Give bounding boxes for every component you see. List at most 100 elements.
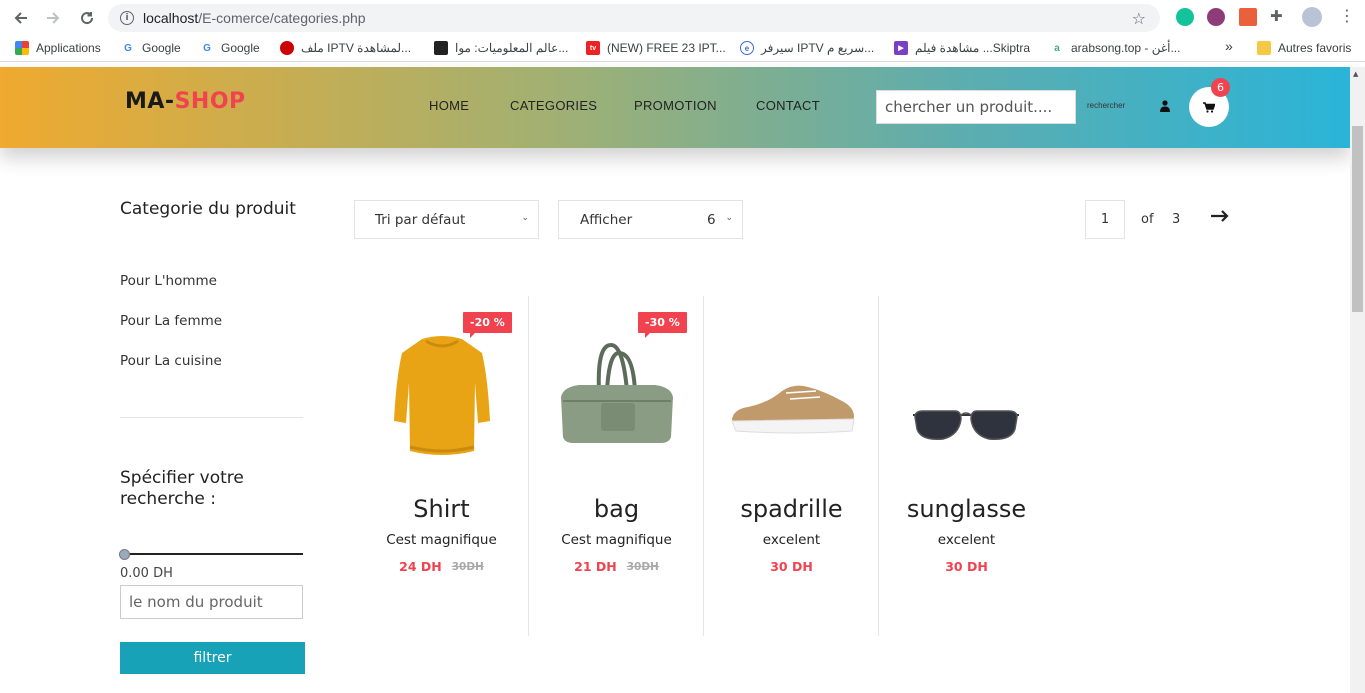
google-icon: G <box>124 42 132 54</box>
extensions-puzzle-icon[interactable]: ✚ <box>1270 7 1288 25</box>
user-icon[interactable] <box>1160 100 1170 112</box>
discount-badge: -30 % <box>638 312 687 338</box>
forward-icon[interactable] <box>43 8 63 28</box>
url-path: /E-comerce/categories.php <box>198 10 366 26</box>
product-image-sunglasses[interactable] <box>899 331 1034 461</box>
product-name-input[interactable] <box>120 585 303 619</box>
site-logo[interactable]: MA-SHOP <box>125 89 246 114</box>
sort-select[interactable]: Tri par défaut ⌄ <box>354 200 539 239</box>
scrollbar-thumb[interactable] <box>1352 126 1363 312</box>
product-price: 30 DH <box>704 559 879 574</box>
bookmark-informatique[interactable]: عالم المعلوميات: موا... <box>434 41 568 55</box>
search-button[interactable]: rechercher <box>1087 101 1125 110</box>
cart-count-badge: 6 <box>1211 78 1230 97</box>
bookmark-label: Autres favoris <box>1278 41 1352 55</box>
category-link-homme[interactable]: Pour L'homme <box>120 273 217 289</box>
old-price: 30DH <box>451 561 484 573</box>
bookmark-label: سيرفر IPTV سريع م... <box>761 41 875 55</box>
back-icon[interactable] <box>11 8 31 28</box>
price-value: 0.00 DH <box>120 566 173 581</box>
extension-mic-icon[interactable] <box>1207 8 1225 26</box>
menu-kebab-icon[interactable]: ⋮ <box>1339 6 1357 25</box>
bookmark-iptv-file[interactable]: ملف IPTV لمشاهدة... <box>280 41 411 55</box>
current-price: 21 DH <box>574 559 617 574</box>
apps-grid-icon <box>15 41 29 55</box>
old-price: 30DH <box>626 561 659 573</box>
product-card[interactable]: sunglasse excelent 30 DH <box>879 296 1054 636</box>
next-page-arrow-icon[interactable] <box>1210 208 1230 224</box>
bookmark-free-iptv[interactable]: tv (NEW) FREE 23 IPT... <box>586 41 726 55</box>
show-value: 6 <box>707 212 716 228</box>
nav-promotion[interactable]: PROMOTION <box>634 98 717 113</box>
bookmarks-overflow-button[interactable]: » <box>1225 38 1233 54</box>
bookmark-google-1[interactable]: G Google <box>121 41 181 55</box>
video-favicon-icon: ▶ <box>894 41 908 55</box>
tv-favicon-icon: tv <box>586 41 600 55</box>
bookmark-label: arabsong.top - أغن... <box>1071 41 1181 55</box>
category-link-cuisine[interactable]: Pour La cuisine <box>120 353 222 369</box>
bookmark-label: Applications <box>36 41 101 55</box>
address-bar[interactable]: i localhost/E-comerce/categories.php ☆ <box>108 4 1160 32</box>
product-card[interactable]: -20 % Shirt Cest magnifique 24 DH 30DH <box>354 296 529 636</box>
bookmark-skiptra[interactable]: ▶ مشاهدة فيلم ...Skiptra <box>894 41 1030 55</box>
current-price: 30 DH <box>945 559 988 574</box>
price-slider-handle[interactable] <box>119 549 130 560</box>
site-favicon-icon: e <box>740 41 754 55</box>
product-card[interactable]: -30 % bag Cest magnifique 21 DH 30DH <box>529 296 704 636</box>
logo-part-2: SHOP <box>174 89 246 114</box>
product-description: Cest magnifique <box>386 532 497 548</box>
nav-categories[interactable]: CATEGORIES <box>510 98 597 113</box>
product-image-bag[interactable] <box>549 331 684 461</box>
reload-icon[interactable] <box>77 8 97 28</box>
bookmark-iptv-server[interactable]: e سيرفر IPTV سريع م... <box>740 41 874 55</box>
folder-icon <box>1257 41 1271 55</box>
show-label: Afficher <box>580 211 633 228</box>
page-number-input[interactable]: 1 <box>1085 200 1125 239</box>
product-description: excelent <box>762 532 821 548</box>
filter-title: Spécifier votre recherche : <box>120 468 244 509</box>
bookmark-other-folder[interactable]: Autres favoris <box>1257 41 1351 55</box>
product-image-shoe[interactable] <box>724 331 859 461</box>
overflow-chevron-icon: » <box>1225 38 1233 54</box>
bookmark-arabsong[interactable]: a arabsong.top - أغن... <box>1050 41 1180 55</box>
current-price: 30 DH <box>770 559 813 574</box>
product-image-sweater[interactable] <box>374 331 509 461</box>
bookmark-applications[interactable]: Applications <box>15 41 101 55</box>
url-text: localhost/E-comerce/categories.php <box>143 10 366 26</box>
page-content: MA-SHOP HOME CATEGORIES PROMOTION CONTAC… <box>0 67 1350 693</box>
grammarly-icon[interactable] <box>1176 8 1194 26</box>
nav-home[interactable]: HOME <box>429 98 469 113</box>
url-host: localhost <box>143 10 199 26</box>
product-description: excelent <box>937 532 996 548</box>
product-name[interactable]: bag <box>529 495 704 523</box>
info-icon[interactable]: i <box>120 11 134 25</box>
logo-part-1: MA- <box>125 89 175 114</box>
product-name[interactable]: spadrille <box>704 495 879 523</box>
current-price: 24 DH <box>399 559 442 574</box>
bookmark-label: Google <box>142 41 181 55</box>
category-link-femme[interactable]: Pour La femme <box>120 313 222 329</box>
product-card[interactable]: spadrille excelent 30 DH <box>704 296 879 636</box>
sidebar-divider <box>120 417 303 418</box>
bookmark-google-2[interactable]: G Google <box>200 41 260 55</box>
show-count-select[interactable]: Afficher 6 ⌄ <box>558 200 743 239</box>
site-favicon-icon <box>434 41 448 55</box>
bookmark-label: عالم المعلوميات: موا... <box>455 41 569 55</box>
browser-toolbar: i localhost/E-comerce/categories.php ☆ ✚… <box>0 0 1365 36</box>
scroll-up-arrow-icon[interactable]: ▲ <box>1353 70 1358 78</box>
nav-contact[interactable]: CONTACT <box>756 98 820 113</box>
site-header: MA-SHOP HOME CATEGORIES PROMOTION CONTAC… <box>0 67 1350 148</box>
site-favicon-icon <box>280 41 294 55</box>
bookmark-star-icon[interactable]: ☆ <box>1132 9 1146 28</box>
profile-avatar[interactable] <box>1302 7 1322 27</box>
search-input[interactable] <box>876 90 1076 124</box>
product-name[interactable]: sunglasse <box>879 495 1054 523</box>
page-total: 3 <box>1172 212 1181 227</box>
price-slider[interactable] <box>120 553 303 555</box>
product-name[interactable]: Shirt <box>354 495 529 523</box>
bookmark-label: (NEW) FREE 23 IPT... <box>607 41 726 55</box>
page-of-label: of <box>1141 212 1154 227</box>
bookmarks-bar: Applications G Google G Google ملف IPTV … <box>0 36 1365 62</box>
filter-button[interactable]: filtrer <box>120 642 305 674</box>
extension-layout-icon[interactable] <box>1239 8 1257 26</box>
